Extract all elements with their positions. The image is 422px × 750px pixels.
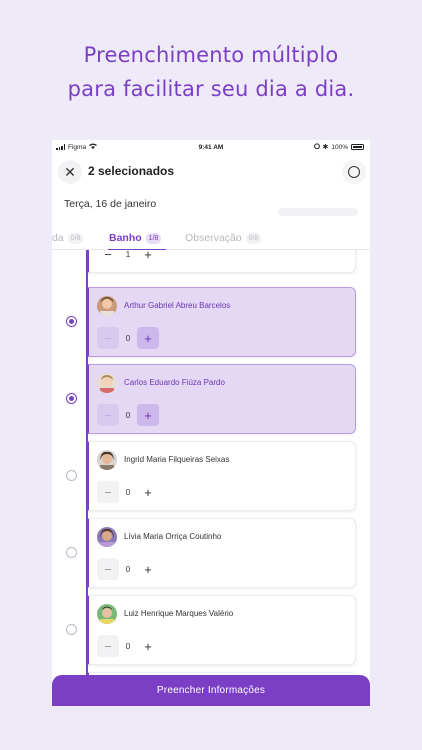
increment-button[interactable]: + <box>137 404 159 426</box>
quantity-stepper: − 0 + <box>97 404 159 426</box>
battery-percent: 100% <box>331 143 348 151</box>
select-all-button[interactable] <box>342 160 366 184</box>
select-radio[interactable] <box>66 470 77 481</box>
child-name: Luiz Henrique Marques Valério <box>124 609 234 618</box>
tab-label: Banho <box>109 232 142 244</box>
select-radio[interactable] <box>66 547 77 558</box>
decrement-button[interactable]: − <box>97 250 119 265</box>
select-radio[interactable] <box>66 393 77 404</box>
date-ghost-bar <box>278 208 358 216</box>
list-item[interactable]: Arthur Gabriel Abreu Barcelos − 0 + <box>87 287 356 357</box>
close-icon: ✕ <box>64 163 76 180</box>
select-radio[interactable] <box>66 624 77 635</box>
quantity-value: 1 <box>125 250 131 259</box>
increment-button[interactable]: + <box>137 635 159 657</box>
list-item[interactable]: Lívia Maria Orriça Coutinho − 0 + <box>87 518 356 588</box>
avatar <box>97 296 117 316</box>
bluetooth-icon: ✱ <box>322 144 329 151</box>
tab-count: 0/8 <box>245 232 262 244</box>
tab-label: da <box>52 232 64 244</box>
child-name: Ingrid Maria Filqueiras Seixas <box>124 455 230 464</box>
avatar <box>97 373 117 393</box>
tab-count: 0/8 <box>67 232 84 244</box>
increment-button[interactable]: + <box>137 481 159 503</box>
battery-icon <box>351 144 364 150</box>
children-list: − 1 + Arthur Gabriel Abreu Barcelos − 0 … <box>52 250 370 680</box>
decrement-button[interactable]: − <box>97 558 119 580</box>
quantity-stepper: − 0 + <box>97 558 159 580</box>
alarm-icon <box>313 143 320 151</box>
quantity-value: 0 <box>125 564 131 574</box>
date-label: Terça, 16 de janeiro <box>64 198 157 210</box>
avatar <box>97 527 117 547</box>
list-item[interactable]: Carlos Eduardo Fiúza Pardo − 0 + <box>87 364 356 434</box>
quantity-value: 0 <box>125 487 131 497</box>
tab-banho[interactable]: Banho 1/8 <box>109 232 162 244</box>
headline-line-1: Preenchimento múltiplo <box>83 43 339 67</box>
child-name: Arthur Gabriel Abreu Barcelos <box>124 301 231 310</box>
quantity-value: 0 <box>125 410 131 420</box>
status-bar: Figma 9:41 AM ✱ 100% <box>52 140 370 154</box>
decrement-button[interactable]: − <box>97 481 119 503</box>
phone-screen: Figma 9:41 AM ✱ 100% ✕ 2 selecionados Te… <box>52 140 370 706</box>
tab-bar: da 0/8 Banho 1/8 Observação 0/8 <box>52 228 370 250</box>
decrement-button[interactable]: − <box>97 404 119 426</box>
fill-info-button[interactable]: Preencher Informações <box>52 675 370 706</box>
list-item[interactable]: Luiz Henrique Marques Valério − 0 + <box>87 595 356 665</box>
quantity-value: 0 <box>125 641 131 651</box>
quantity-value: 0 <box>125 333 131 343</box>
child-name: Lívia Maria Orriça Coutinho <box>124 532 222 541</box>
increment-button[interactable]: + <box>137 250 159 265</box>
list-item[interactable]: Ingrid Maria Filqueiras Seixas − 0 + <box>87 441 356 511</box>
circle-icon <box>348 166 360 178</box>
select-radio[interactable] <box>66 316 77 327</box>
tab-label: Observação <box>185 232 242 244</box>
headline-line-2: para facilitar seu dia a dia. <box>67 77 355 101</box>
selection-title: 2 selecionados <box>88 164 175 178</box>
list-item-partial: − 1 + <box>87 250 356 273</box>
avatar <box>97 450 117 470</box>
headline: Preenchimento múltiplo para facilitar se… <box>0 38 422 106</box>
quantity-stepper: − 0 + <box>97 327 159 349</box>
decrement-button[interactable]: − <box>97 327 119 349</box>
tab-observacao[interactable]: Observação 0/8 <box>185 232 262 244</box>
increment-button[interactable]: + <box>137 558 159 580</box>
close-button[interactable]: ✕ <box>58 160 82 184</box>
decrement-button[interactable]: − <box>97 635 119 657</box>
child-name: Carlos Eduardo Fiúza Pardo <box>124 378 225 387</box>
quantity-stepper: − 1 + <box>97 250 159 265</box>
tab-previous[interactable]: da 0/8 <box>52 232 84 244</box>
increment-button[interactable]: + <box>137 327 159 349</box>
quantity-stepper: − 0 + <box>97 481 159 503</box>
top-bar: ✕ 2 selecionados <box>52 158 370 186</box>
quantity-stepper: − 0 + <box>97 635 159 657</box>
tab-count: 1/8 <box>145 232 162 244</box>
avatar <box>97 604 117 624</box>
